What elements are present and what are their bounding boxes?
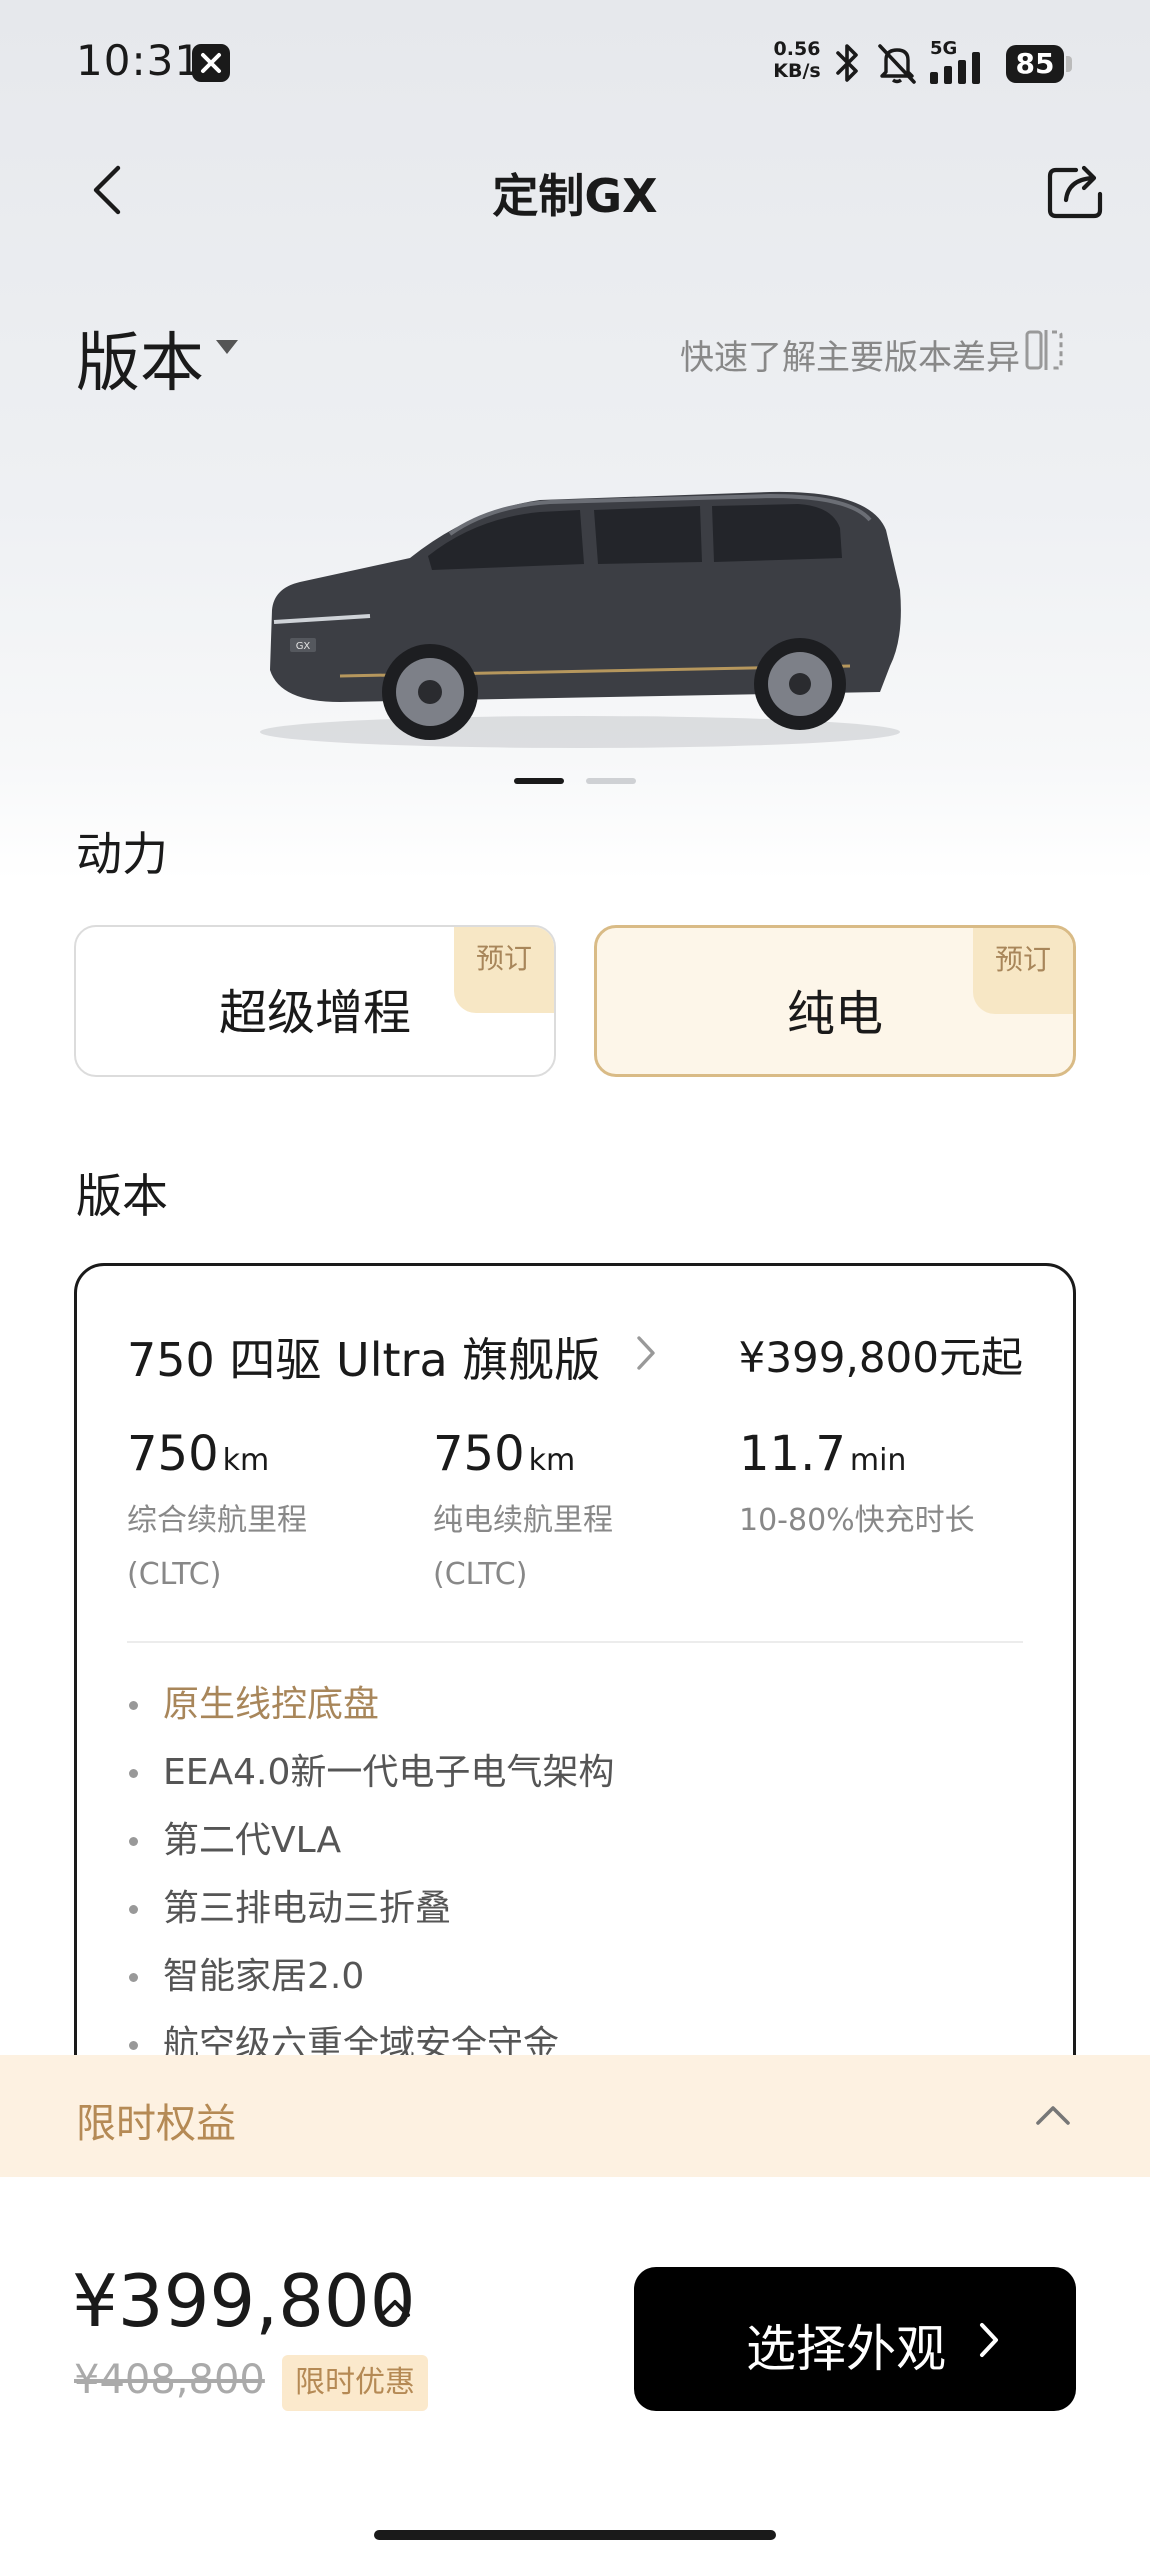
version-name[interactable]: 750 四驱 Ultra 旗舰版 [127, 1324, 600, 1390]
bottom-price-bar: ¥399,800 ¥408,800 限时优惠 选择外观 [0, 2177, 1150, 2559]
net-speed: 0.56 KB/s [772, 38, 822, 82]
status-bar: 10:31 0.56 KB/s 5G 85 [0, 0, 1150, 130]
bluetooth-icon [836, 44, 858, 82]
preorder-tag: 预订 [973, 928, 1073, 1014]
spec-value: 11.7 [739, 1426, 846, 1482]
configurator-page: 10:31 0.56 KB/s 5G 85 定制GX 版本 快速了解主要版本差异… [0, 0, 1150, 2559]
feature-item-highlight: 原生线控底盘 [127, 1671, 614, 1739]
version-card-selected[interactable]: 750 四驱 Ultra 旗舰版 ¥399,800元起 750 km 综合续航里程… [74, 1263, 1076, 2163]
spec-fast-charge: 11.7 min 10-80%快充时长 [739, 1426, 1039, 1548]
mute-icon [878, 44, 916, 84]
compare-versions-link[interactable]: 快速了解主要版本差异 [680, 330, 1020, 379]
battery-tip [1066, 56, 1072, 72]
gallery-dot-active[interactable] [514, 778, 564, 784]
spec-combined-range: 750 km 综合续航里程 (CLTC) [127, 1426, 427, 1602]
choose-exterior-button[interactable]: 选择外观 [634, 2267, 1076, 2411]
version-price: ¥399,800元起 [738, 1333, 1023, 1382]
cta-label: 选择外观 [746, 2320, 946, 2378]
version-list-label: 版本 [76, 1169, 168, 1223]
power-section-label: 动力 [76, 827, 168, 881]
version-section-title[interactable]: 版本 [76, 312, 204, 404]
chevron-right-icon[interactable] [627, 1328, 667, 1378]
spec-label: 纯电续航里程 [433, 1503, 613, 1538]
divider [127, 1641, 1023, 1643]
spec-label-note: (CLTC) [127, 1557, 222, 1592]
feature-item: 第二代VLA [127, 1807, 614, 1875]
spec-unit: km [222, 1443, 270, 1478]
spec-value: 750 [127, 1426, 219, 1482]
home-indicator[interactable] [374, 2530, 776, 2540]
spec-value: 750 [433, 1426, 525, 1482]
chevron-up-icon[interactable] [374, 2287, 416, 2329]
chevron-right-icon [980, 2323, 998, 2357]
gallery-dot[interactable] [586, 778, 636, 784]
feature-item: 第三排电动三折叠 [127, 1875, 614, 1943]
original-price: ¥408,800 [74, 2357, 265, 2403]
caret-down-icon[interactable] [216, 340, 238, 354]
page-title: 定制GX [492, 169, 658, 223]
net-speed-unit: KB/s [773, 60, 821, 82]
spec-electric-range: 750 km 纯电续航里程 (CLTC) [433, 1426, 733, 1602]
spec-label: 10-80%快充时长 [739, 1503, 975, 1538]
car-model-badge: GX [296, 641, 311, 652]
power-option-electric[interactable]: 纯电 预订 [594, 925, 1076, 1077]
spec-unit: km [528, 1443, 576, 1478]
status-time: 10:31 [76, 36, 203, 85]
total-price[interactable]: ¥399,800 [72, 2259, 416, 2343]
feature-list: 原生线控底盘 EEA4.0新一代电子电气架构 第二代VLA 第三排电动三折叠 智… [127, 1671, 614, 2079]
gallery-pagination [0, 778, 1150, 786]
power-option-range-extender[interactable]: 超级增程 预订 [74, 925, 556, 1077]
signal-icon: 5G [930, 38, 994, 84]
spec-label-note: (CLTC) [433, 1557, 528, 1592]
preorder-tag: 预订 [454, 927, 554, 1013]
deal-badge: 限时优惠 [282, 2355, 428, 2411]
spec-label: 综合续航里程 [127, 1503, 307, 1538]
benefits-label: 限时权益 [76, 2101, 236, 2147]
feature-item: 智能家居2.0 [127, 1943, 614, 2011]
app-x-icon [192, 44, 230, 82]
battery-indicator: 85 [1006, 45, 1064, 83]
spec-unit: min [849, 1443, 907, 1478]
chevron-up-icon[interactable] [1030, 2093, 1076, 2139]
compare-icon[interactable] [1024, 328, 1064, 372]
share-button[interactable] [1046, 162, 1106, 222]
net-speed-value: 0.56 [773, 38, 821, 60]
feature-item: EEA4.0新一代电子电气架构 [127, 1739, 614, 1807]
limited-benefits-bar[interactable]: 限时权益 [0, 2055, 1150, 2177]
car-image[interactable]: GX [250, 470, 910, 760]
